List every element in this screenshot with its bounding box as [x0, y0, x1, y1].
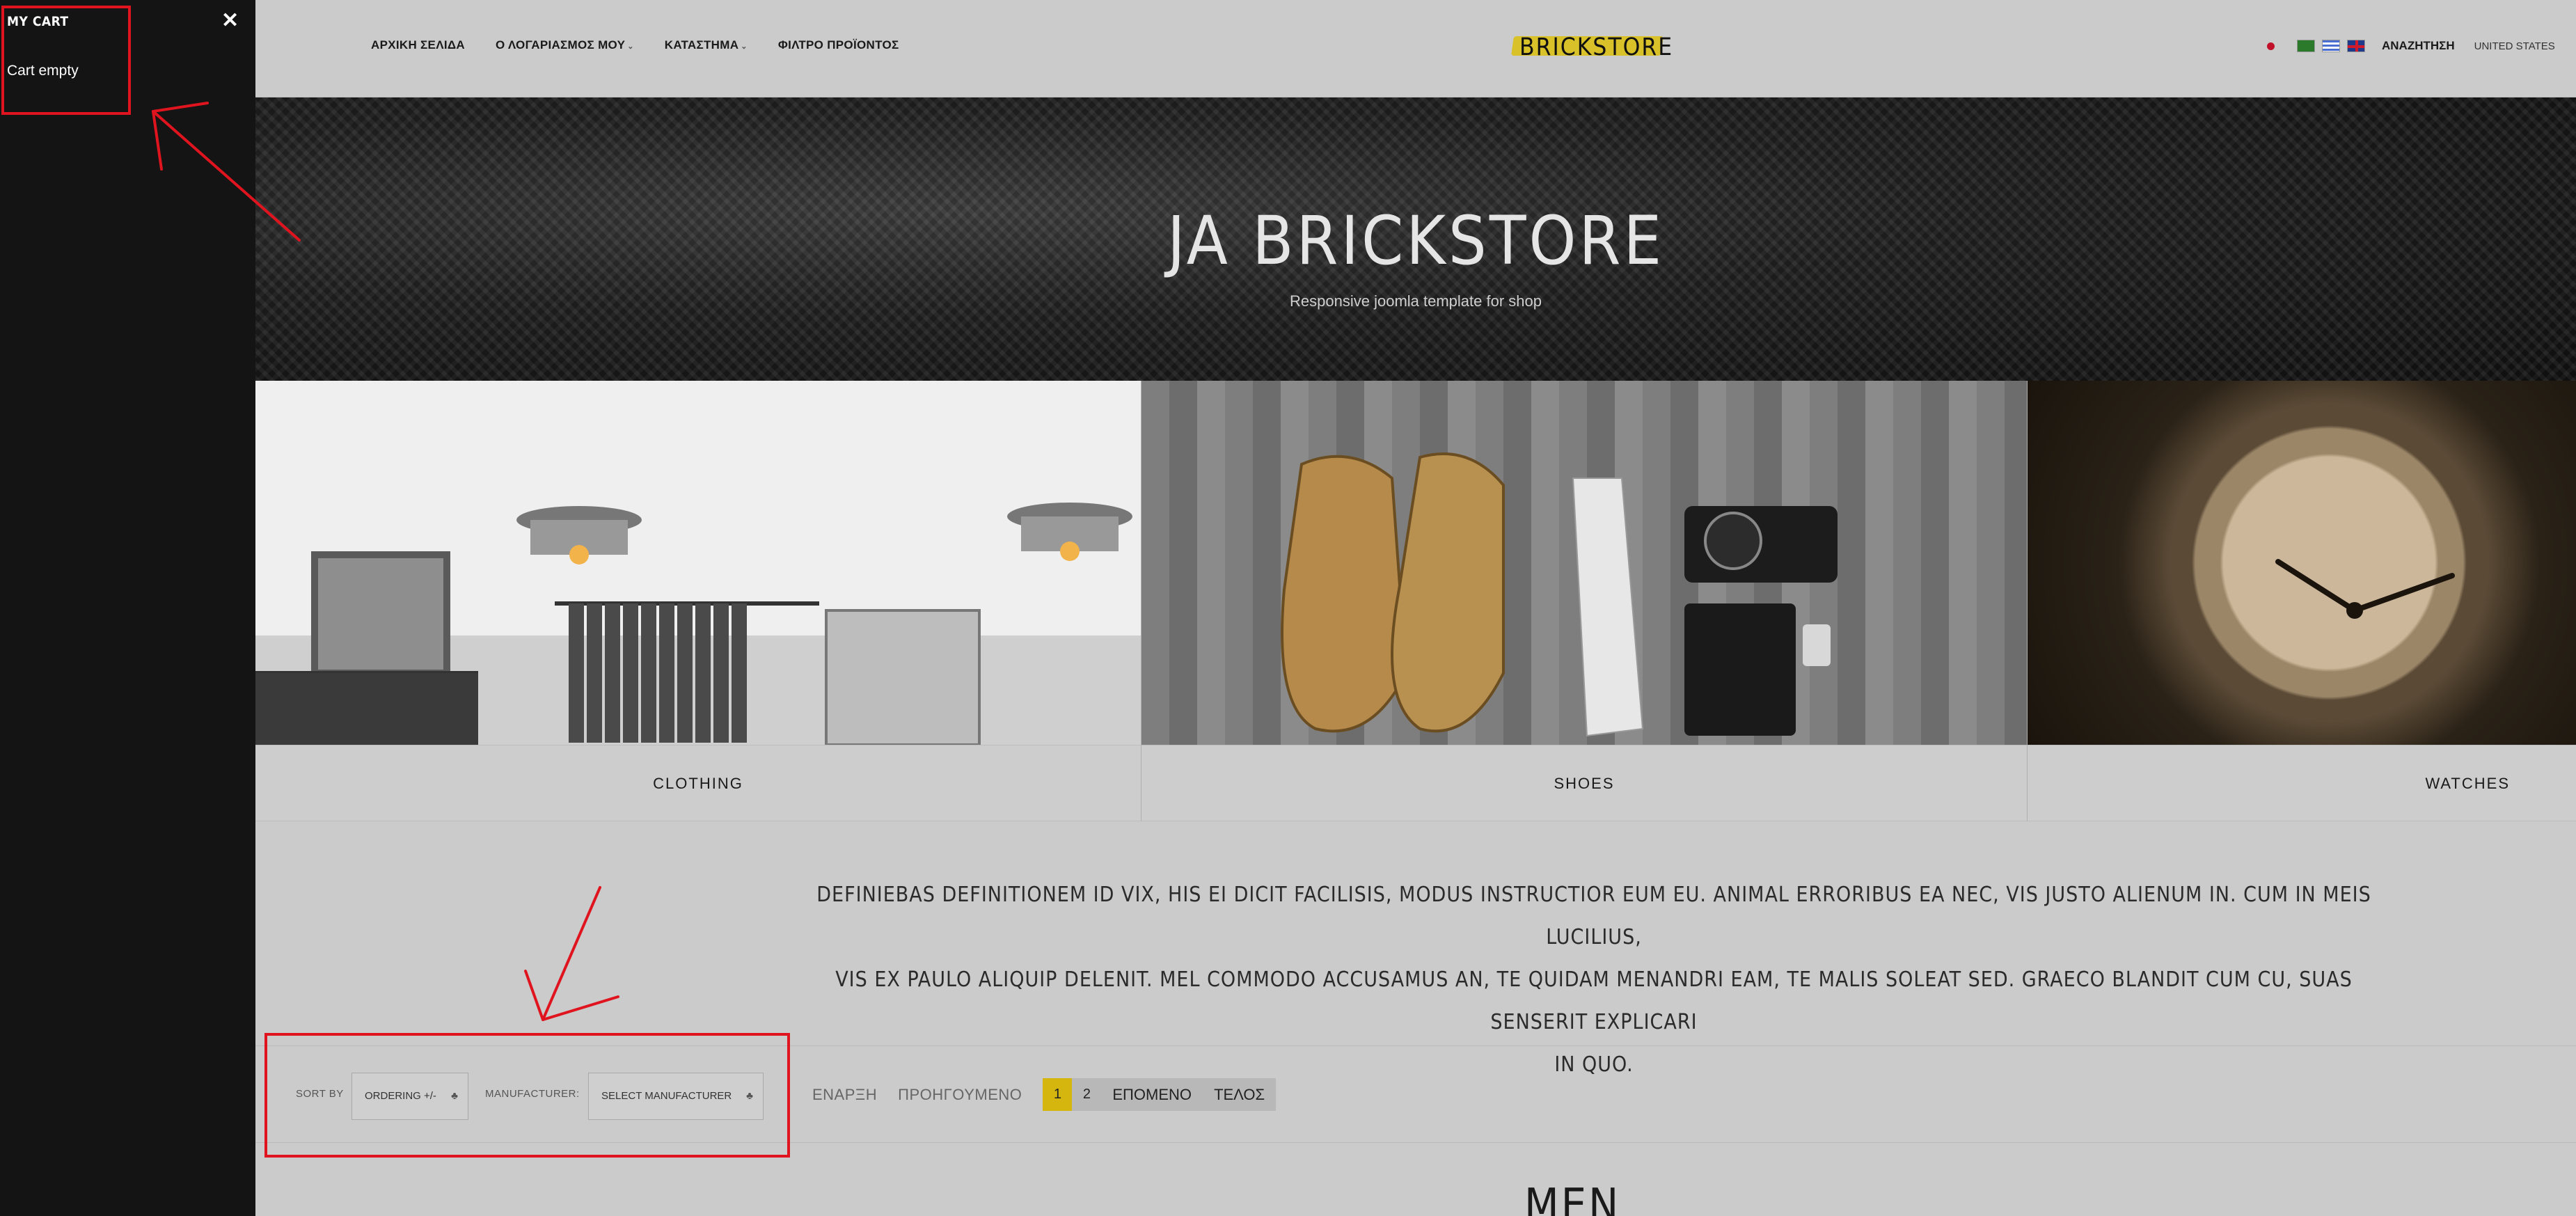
category-tile-clothing[interactable]: CLOTHING	[255, 381, 1141, 821]
chevron-down-icon: ⌄	[741, 42, 748, 51]
pager-pages: 1 2 ΕΠΟΜΕΝΟ ΤΕΛΟΣ	[1043, 1078, 1277, 1111]
nav-item-account[interactable]: Ο ΛΟΓΑΡΙΑΣΜΟΣ ΜΟΥ ⌄	[496, 38, 634, 52]
category-tile-shoes[interactable]: SHOES	[1141, 381, 2028, 821]
arrow-line	[542, 886, 601, 1021]
description-line: VIS EX PAULO ALIQUIP DELENIT. MEL COMMOD…	[835, 968, 2353, 1034]
nav-item-product-filter[interactable]: ΦΙΛΤΡΟ ΠΡΟΪΟΝΤΟΣ	[778, 38, 899, 52]
annotation-box-cart	[1, 6, 131, 115]
pagination: ΕΝΑΡΞΗ ΠΡΟΗΓΟΥΜΕΝΟ 1 2 ΕΠΟΜΕΝΟ ΤΕΛΟΣ	[812, 1078, 1277, 1111]
shoes-image	[1141, 381, 2027, 745]
nav-label: Ο ΛΟΓΑΡΙΑΣΜΟΣ ΜΟΥ	[495, 38, 626, 52]
pager-last[interactable]: ΤΕΛΟΣ	[1203, 1086, 1276, 1104]
nav-label: ΑΡΧΙΚΗ ΣΕΛΙΔΑ	[371, 38, 465, 52]
pager-current-page: 1	[1043, 1078, 1073, 1111]
annotation-box-toolbar	[264, 1033, 790, 1158]
category-tile-watches[interactable]: WATCHES	[2028, 381, 2576, 821]
flag-english-icon[interactable]	[2347, 40, 2365, 52]
search-link[interactable]: ΑΝΑΖΗΤΗΣΗ	[2382, 39, 2455, 53]
hero-title: JA BRICKSTORE	[1167, 202, 1664, 280]
watch-image	[2028, 381, 2576, 745]
flag-arabic-icon[interactable]	[2297, 40, 2315, 52]
pager-prev[interactable]: ΠΡΟΗΓΟΥΜΕΝΟ	[898, 1086, 1022, 1104]
chevron-down-icon: ⌄	[627, 42, 634, 51]
pager-next[interactable]: ΕΠΟΜΕΝΟ	[1101, 1086, 1203, 1104]
close-icon[interactable]: ✕	[221, 8, 239, 33]
country-selector[interactable]: UNITED STATES	[2474, 40, 2555, 52]
logo-text: BRICKSTORE	[1519, 33, 1674, 61]
header-tools: ΑΝΑΖΗΤΗΣΗ UNITED STATES	[2267, 39, 2555, 53]
pager-page-2[interactable]: 2	[1072, 1087, 1101, 1103]
nav-item-home[interactable]: ΑΡΧΙΚΗ ΣΕΛΙΔΑ	[371, 38, 465, 52]
nav-label: ΦΙΛΤΡΟ ΠΡΟΪΟΝΤΟΣ	[777, 38, 899, 52]
nav-item-store[interactable]: ΚΑΤΑΣΤΗΜΑ ⌄	[665, 38, 748, 52]
site-header: ΑΡΧΙΚΗ ΣΕΛΙΔΑ Ο ΛΟΓΑΡΙΑΣΜΟΣ ΜΟΥ ⌄ ΚΑΤΑΣΤΗ…	[255, 0, 2576, 97]
category-label: SHOES	[1141, 745, 2027, 821]
description-line: DEFINIEBAS DEFINITIONEM ID VIX, HIS EI D…	[816, 883, 2371, 949]
category-label: WATCHES	[2028, 745, 2576, 821]
cart-sidebar: MY CART ✕ Cart empty	[0, 0, 255, 1216]
hero-banner: JA BRICKSTORE Responsive joomla template…	[255, 97, 2576, 381]
red-dot-icon	[2267, 42, 2275, 50]
watch-illustration	[2275, 559, 2455, 619]
clothing-image	[255, 381, 1141, 745]
nav-label: ΚΑΤΑΣΤΗΜΑ	[664, 38, 739, 52]
shoes-illustration	[1281, 452, 1838, 737]
clothing-illustration	[255, 503, 1132, 745]
arrow-head	[524, 970, 544, 1021]
hero-subtitle: Responsive joomla template for shop	[1290, 292, 1542, 310]
flag-greek-icon[interactable]	[2322, 40, 2340, 52]
main-nav: ΑΡΧΙΚΗ ΣΕΛΙΔΑ Ο ΛΟΓΑΡΙΑΣΜΟΣ ΜΟΥ ⌄ ΚΑΤΑΣΤΗ…	[371, 38, 929, 52]
category-tiles: CLOTHING SHOES WATCHES	[255, 381, 2576, 821]
arrow-head	[542, 995, 619, 1021]
section-heading: MEN	[1524, 1180, 1621, 1216]
pager-start[interactable]: ΕΝΑΡΞΗ	[812, 1086, 877, 1104]
category-label: CLOTHING	[255, 745, 1141, 821]
site-logo[interactable]: BRICKSTORE	[1511, 28, 1672, 64]
